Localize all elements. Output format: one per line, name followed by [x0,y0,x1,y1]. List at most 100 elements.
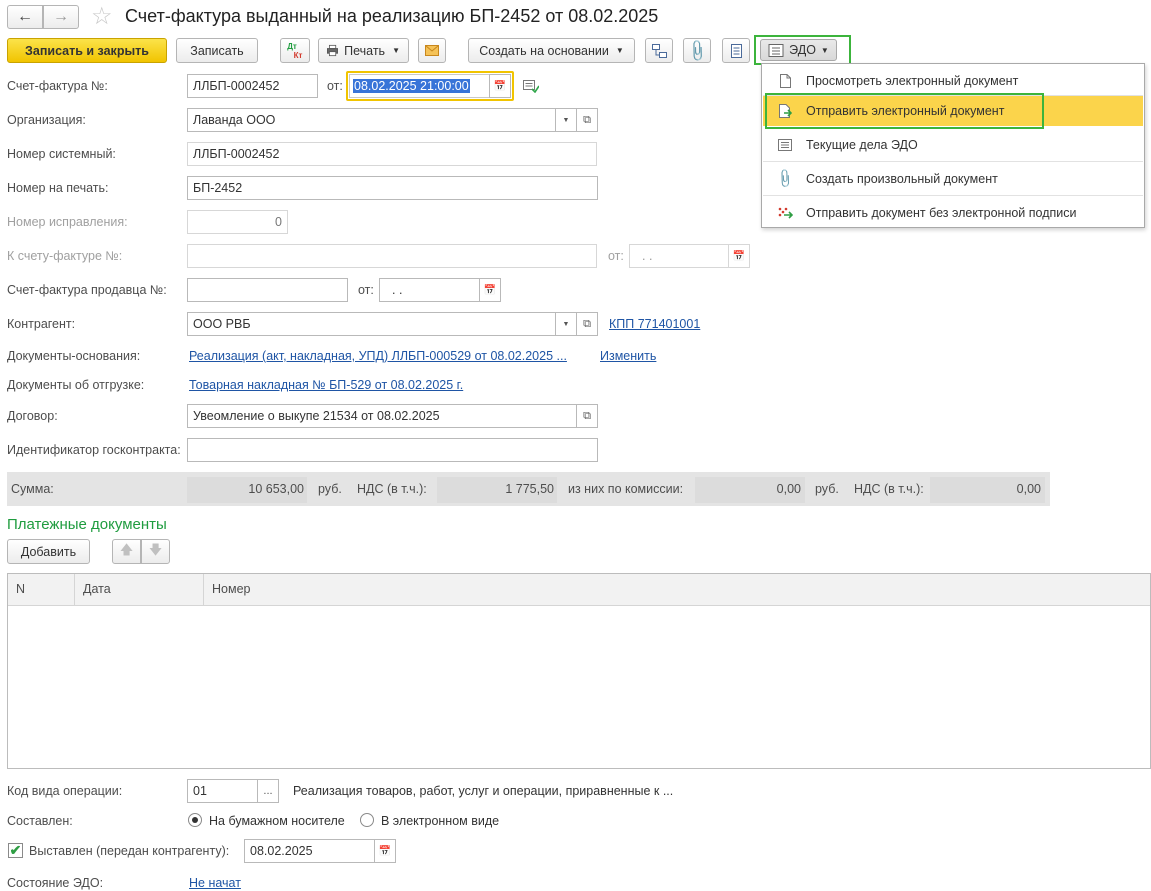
issued-label[interactable]: Выставлен (передан контрагенту): [29,844,229,858]
open-form-icon: ⧉ [583,409,591,422]
send-unsigned-icon [777,206,793,219]
menu-item-create-arbitrary-doc[interactable]: 📎 Создать произвольный документ [763,163,1143,194]
to-invoice-label: К счету-фактуре №: [7,249,123,263]
edo-exchange-icon [768,43,784,57]
edo-label: ЭДО [789,43,816,57]
contract-field[interactable]: Увеомление о выкупе 21534 от 08.02.2025 [187,404,577,428]
contractor-open-button[interactable]: ⧉ [576,312,598,336]
edo-status-icon[interactable] [523,80,540,96]
dt-kt-button[interactable]: Дт Кт [280,38,310,63]
document-icon [777,73,793,88]
back-button[interactable]: ← [7,5,43,29]
attach-button[interactable]: 📎 [683,38,711,63]
arrow-up-icon: 🡅 [119,541,134,557]
system-no-field[interactable]: ЛЛБП-0002452 [187,142,597,166]
menu-separator [763,195,1143,196]
issued-calendar-button[interactable]: 📅 [374,839,396,863]
op-code-description: Реализация товаров, работ, услуг и опера… [293,784,674,798]
calendar-button[interactable]: 📅 [489,74,511,98]
column-header-date[interactable]: Дата [83,582,111,596]
electronic-label[interactable]: В электронном виде [381,814,499,828]
menu-item-label: Отправить документ без электронной подпи… [806,205,1077,220]
to-invoice-from-label: от: [608,249,624,263]
move-down-button[interactable]: 🡇 [141,539,170,564]
vat2-amount: 0,00 [1016,482,1041,496]
op-code-select-button[interactable]: ... [257,779,279,803]
menu-item-current-edo-tasks[interactable]: Текущие дела ЭДО [763,129,1143,160]
printer-icon [327,44,339,57]
dropdown-arrow-icon: ▼ [562,116,570,124]
send-edoc-highlight-outline [765,93,1044,129]
gov-contract-id-field[interactable] [187,438,598,462]
calendar-icon: 📅 [378,845,392,857]
invoice-no-field[interactable]: ЛЛБП-0002452 [187,74,318,98]
change-link[interactable]: Изменить [600,349,656,363]
forward-button[interactable]: → [43,5,79,29]
document-list-button[interactable] [722,38,750,63]
favorite-star-icon[interactable]: ☆ [91,2,113,31]
issued-date-field[interactable]: 08.02.2025 [244,839,375,863]
organization-open-button[interactable]: ⧉ [576,108,598,132]
create-based-on-button[interactable]: Создать на основании ▼ [468,38,635,63]
organization-field[interactable]: Лаванда ООО [187,108,557,132]
column-header-n[interactable]: N [16,582,25,596]
to-invoice-field [187,244,597,268]
menu-item-label: Просмотреть электронный документ [806,73,1019,88]
contract-label: Договор: [7,409,58,423]
hierarchy-icon [651,43,667,58]
op-code-field[interactable]: 01 [187,779,259,803]
shipping-docs-link[interactable]: Товарная накладная № БП-529 от 08.02.202… [189,378,463,392]
move-up-button[interactable]: 🡅 [112,539,141,564]
print-no-field[interactable]: БП-2452 [187,176,598,200]
kpp-link[interactable]: КПП 771401001 [609,317,700,331]
menu-item-send-without-signature[interactable]: Отправить документ без электронной подпи… [763,197,1143,228]
gov-contract-id-label: Идентификатор госконтракта: [7,443,181,457]
edo-state-link[interactable]: Не начат [189,876,241,890]
payments-table[interactable]: N Дата Номер [7,573,1151,769]
electronic-radio[interactable] [360,813,374,827]
invoice-date-field[interactable]: 08.02.2025 21:00:00 [349,74,490,98]
paper-radio[interactable] [188,813,202,827]
menu-item-view-edoc[interactable]: Просмотреть электронный документ [763,65,1143,96]
edo-state-label: Состояние ЭДО: [7,876,104,890]
window-title: Счет-фактура выданный на реализацию БП-2… [125,6,659,26]
dropdown-arrow-icon: ▼ [392,46,400,55]
save-button[interactable]: Записать [176,38,258,63]
column-divider [74,574,75,605]
contractor-field[interactable]: ООО РВБ [187,312,557,336]
seller-date-field[interactable]: . . [379,278,480,302]
seller-calendar-button[interactable]: 📅 [479,278,501,302]
organization-dropdown-button[interactable]: ▼ [555,108,577,132]
issued-checkbox[interactable]: ✔ [8,843,23,858]
save-and-close-button[interactable]: Записать и закрыть [7,38,167,63]
add-payment-button[interactable]: Добавить [7,539,90,564]
paperclip-icon: 📎 [684,38,710,64]
contract-open-button[interactable]: ⧉ [576,404,598,428]
fix-no-label: Номер исправления: [7,215,128,229]
edo-button[interactable]: ЭДО ▼ [760,39,837,61]
invoice-no-label: Счет-фактура №: [7,79,108,93]
seller-invoice-field[interactable] [187,278,348,302]
vat2-label: НДС (в т.ч.): [854,482,924,496]
contractor-label: Контрагент: [7,317,76,331]
email-button[interactable] [418,38,446,63]
print-button[interactable]: Печать ▼ [318,38,409,63]
print-label: Печать [344,43,386,58]
arrow-right-icon: → [53,8,69,25]
sum-amount: 10 653,00 [248,482,304,496]
menu-separator [763,161,1143,162]
invoice-date-value: 08.02.2025 21:00:00 [353,79,470,93]
system-no-label: Номер системный: [7,147,116,161]
column-divider [203,574,204,605]
open-form-icon: ⧉ [583,317,591,330]
base-docs-link[interactable]: Реализация (акт, накладная, УПД) ЛЛБП-00… [189,349,567,363]
dropdown-arrow-icon: ▼ [820,45,829,55]
print-no-label: Номер на печать: [7,181,109,195]
column-header-number[interactable]: Номер [212,582,250,596]
shipping-docs-label: Документы об отгрузке: [7,378,145,392]
paper-label[interactable]: На бумажном носителе [209,814,345,828]
contractor-dropdown-button[interactable]: ▼ [555,312,577,336]
composed-label: Составлен: [7,814,73,828]
dt-kt-icon-bottom: Кт [293,50,303,60]
structure-button[interactable] [645,38,673,63]
